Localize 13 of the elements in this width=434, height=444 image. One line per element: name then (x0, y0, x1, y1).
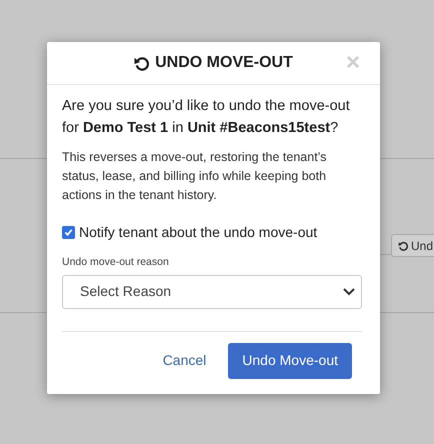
undo-icon (398, 240, 408, 250)
description-text: This reverses a move-out, restoring the tenant’s status, lease, and billing info while keeping both actions in the tenant history. (62, 149, 328, 204)
dialog-title: UNDO MOVE-OUT (155, 53, 293, 73)
undo-button[interactable]: Und (391, 234, 434, 257)
notify-checkbox[interactable] (62, 226, 75, 239)
notify-label: Notify tenant about the undo move-out (79, 223, 318, 242)
reason-select[interactable]: Select Reason (62, 274, 362, 309)
undo-icon (134, 56, 150, 70)
confirmation-text: Are you sure you’d like to undo the move-out for Demo Test 1 in Unit #Beacons15test? (62, 97, 351, 138)
reason-label: Undo move-out reason (62, 255, 170, 270)
chevron-down-icon (343, 288, 355, 296)
undo-move-out-button[interactable]: Undo Move-out (228, 342, 352, 379)
cancel-button[interactable]: Cancel (158, 342, 210, 379)
